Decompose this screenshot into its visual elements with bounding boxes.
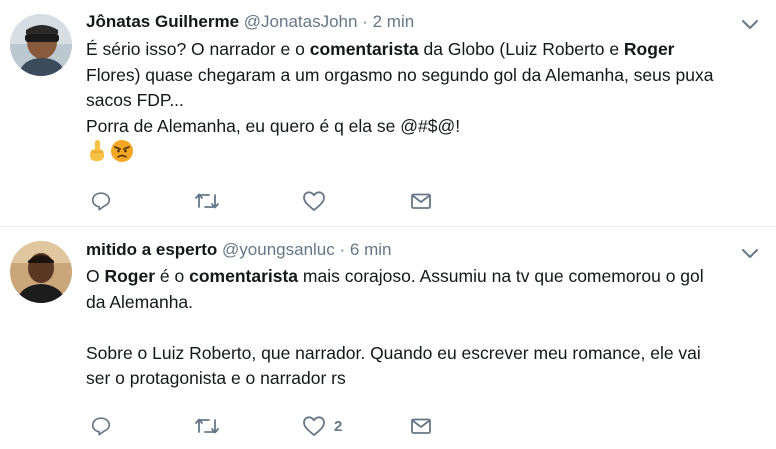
retweet-button[interactable] [194, 188, 228, 214]
envelope-icon [410, 191, 432, 211]
tweet[interactable]: Jônatas Guilherme @JonatasJohn · 2 min É… [0, 0, 776, 227]
text-segment: sacos FDP... [86, 90, 184, 110]
text-segment: é o [155, 266, 190, 286]
user-handle[interactable]: @youngsanluc [222, 240, 335, 259]
tweet-header: Jônatas Guilherme @JonatasJohn · 2 min [86, 10, 736, 34]
text-line: O Roger é o comentarista mais corajoso. … [86, 264, 766, 290]
text-segment: É sério isso? O narrador e o [86, 39, 310, 59]
text-segment: O [86, 266, 105, 286]
bold-text: comentarista [189, 266, 299, 286]
display-name[interactable]: Jônatas Guilherme [86, 12, 239, 31]
timestamp[interactable]: 2 min [373, 12, 415, 31]
avatar[interactable] [10, 241, 72, 303]
like-count: 2 [334, 417, 343, 435]
text-line: ser o protagonista e o narrador rs [86, 366, 766, 392]
retweet-icon [194, 415, 220, 437]
angry-face-emoji [110, 139, 134, 171]
tweet-text: O Roger é o comentarista mais corajoso. … [86, 264, 766, 392]
timestamp[interactable]: 6 min [350, 240, 392, 259]
direct-message-button[interactable] [410, 188, 440, 214]
tweet-text: É sério isso? O narrador e o comentarist… [86, 37, 766, 171]
reply-icon [90, 190, 112, 212]
text-segment: Flores) quase chegaram a um orgasmo no s… [86, 64, 714, 85]
text-line: Porra de Alemanha, eu quero é q ela se @… [86, 114, 766, 140]
text-line: Sobre o Luiz Roberto, que narrador. Quan… [86, 341, 766, 367]
text-segment: da Alemanha. [86, 291, 194, 312]
bold-text: comentarista [309, 39, 419, 59]
display-name[interactable]: mitido a esperto [86, 240, 217, 259]
separator: · [339, 240, 346, 259]
text-line: É sério isso? O narrador e o comentarist… [86, 37, 766, 63]
text-segment: Porra de Alemanha, eu quero é q ela se @… [86, 115, 461, 136]
reply-button[interactable] [90, 413, 120, 439]
envelope-icon [410, 416, 432, 436]
tweet-actions: 2 [86, 413, 486, 439]
middle-finger-emoji [86, 139, 108, 171]
chevron-down-icon[interactable] [740, 14, 760, 34]
text-segment: ser o protagonista e o narrador rs [86, 368, 346, 388]
heart-icon [302, 190, 326, 212]
tweet-header: mitido a esperto @youngsanluc · 6 min [86, 238, 736, 262]
retweet-icon [194, 190, 220, 212]
text-line: sacos FDP... [86, 88, 766, 114]
chevron-down-icon[interactable] [740, 243, 760, 263]
separator: · [362, 12, 368, 31]
text-segment: mais corajoso. Assumiu na tv que comemor… [298, 266, 704, 286]
direct-message-button[interactable] [410, 413, 440, 439]
bold-text: Roger [623, 39, 675, 59]
tweet[interactable]: mitido a esperto @youngsanluc · 6 min O … [0, 227, 776, 449]
tweet-actions [86, 188, 486, 214]
like-button[interactable] [302, 188, 334, 214]
emoji-line [86, 139, 766, 171]
reply-icon [90, 415, 112, 437]
text-segment: Sobre o Luiz Roberto, que narrador. Quan… [86, 342, 701, 363]
like-button[interactable]: 2 [302, 413, 342, 439]
heart-icon [302, 415, 326, 437]
bold-text: Roger [104, 266, 156, 286]
text-line: da Alemanha. [86, 290, 766, 316]
text-segment: da Globo (Luiz Roberto e [418, 39, 624, 59]
retweet-button[interactable] [194, 413, 228, 439]
user-handle[interactable]: @JonatasJohn [244, 12, 358, 31]
reply-button[interactable] [90, 188, 120, 214]
text-line: Flores) quase chegaram a um orgasmo no s… [86, 63, 766, 89]
avatar[interactable] [10, 14, 72, 76]
